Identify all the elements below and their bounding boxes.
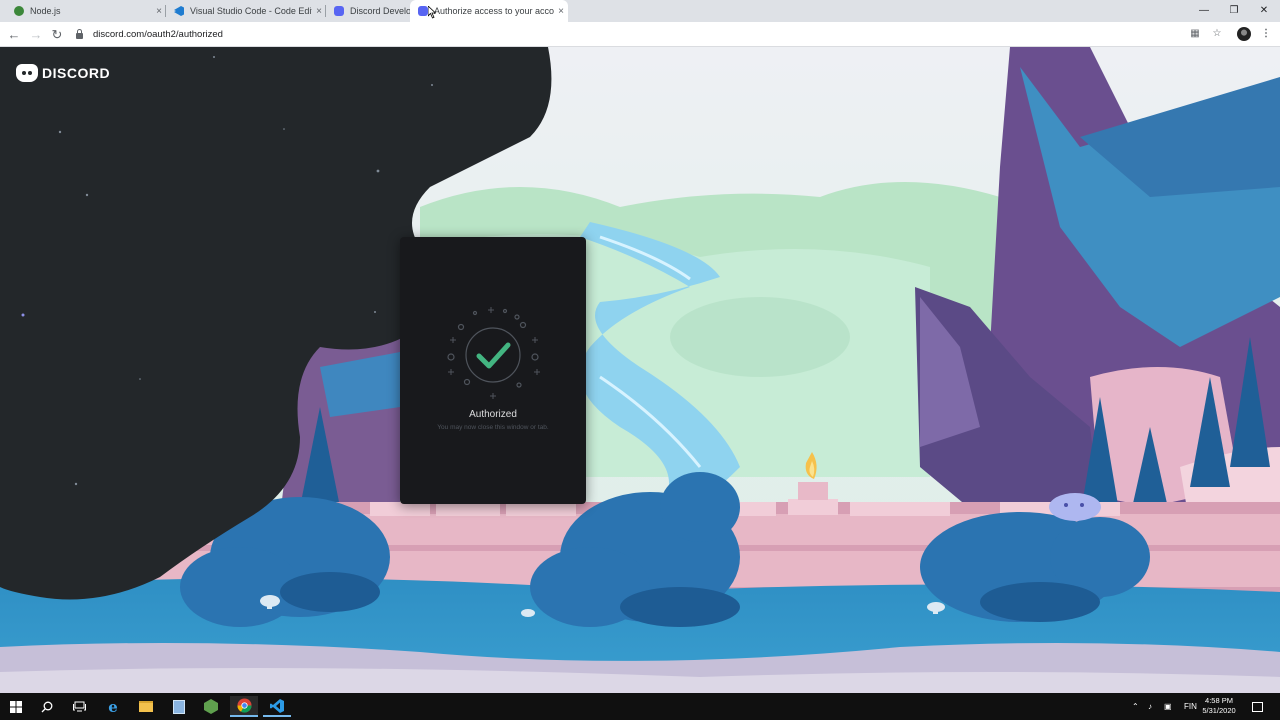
discord-icon (334, 6, 344, 16)
address-bar[interactable]: discord.com/oauth2/authorized (76, 25, 1226, 44)
authorized-title: Authorized (469, 409, 517, 420)
success-check-icon (447, 307, 540, 399)
notifications-icon[interactable] (1252, 693, 1263, 720)
background-illustration (0, 47, 1280, 693)
chrome-icon[interactable] (230, 696, 258, 717)
tab-title: Discord Developer Portal (350, 6, 416, 16)
tab-discord-developer[interactable]: Discord Developer Portal (320, 0, 416, 22)
volume-icon[interactable]: ♪ (1148, 693, 1152, 720)
file-explorer-icon[interactable] (132, 696, 160, 717)
clock-date: 5/31/2020 (1202, 706, 1236, 715)
authorized-card: Authorized You may now close this window… (400, 237, 586, 504)
tab-close-icon[interactable]: × (554, 6, 568, 17)
discord-logo[interactable]: DISCORD (16, 64, 110, 82)
profile-avatar[interactable] (1237, 27, 1251, 41)
restore-window-icon[interactable]: ❐ (1218, 0, 1250, 20)
tab-vscode[interactable]: Visual Studio Code - Code Editing. Redef… (160, 0, 326, 22)
app-icon[interactable] (165, 696, 193, 717)
search-icon[interactable] (33, 696, 61, 717)
tab-title: Node.js (30, 6, 61, 16)
windows-start-icon[interactable] (2, 696, 30, 717)
vscode-icon (174, 6, 184, 16)
chrome-menu-icon[interactable]: ⋮ (1259, 27, 1273, 41)
discord-wordmark: DISCORD (42, 65, 111, 81)
forward-icon[interactable]: → (27, 26, 45, 44)
address-url: discord.com/oauth2/authorized (93, 29, 223, 40)
edge-icon[interactable]: e (99, 696, 127, 717)
back-icon[interactable]: ← (5, 26, 23, 44)
clock-time: 4:58 PM (1205, 696, 1233, 705)
network-icon[interactable]: ▣ (1164, 693, 1172, 720)
windows-taskbar: e ⌃ ♪ ▣ FIN 4:58 PM 5/31/2020 (0, 693, 1280, 720)
discord-icon (16, 64, 38, 82)
task-view-icon[interactable] (65, 696, 93, 717)
mouse-cursor-icon (428, 6, 436, 19)
browser-toolbar: ← → ↻ discord.com/oauth2/authorized ▦ ☆ … (0, 22, 1280, 47)
discord-icon (418, 6, 428, 16)
language-indicator[interactable]: FIN (1184, 693, 1197, 720)
taskbar-clock[interactable]: 4:58 PM 5/31/2020 (1196, 696, 1242, 716)
vscode-icon[interactable] (263, 696, 291, 717)
bookmark-star-icon[interactable]: ☆ (1210, 27, 1224, 41)
tab-title: Authorize access to your account (434, 6, 554, 16)
minimize-window-icon[interactable]: — (1188, 0, 1220, 20)
close-window-icon[interactable]: ✕ (1248, 0, 1280, 20)
browser-tab-strip: Node.js × Visual Studio Code - Code Edit… (0, 0, 1280, 22)
reload-icon[interactable]: ↻ (48, 26, 66, 44)
authorized-subtitle: You may now close this window or tab. (437, 424, 549, 431)
lock-icon (76, 29, 83, 39)
tray-chevron-icon[interactable]: ⌃ (1132, 693, 1139, 720)
tab-nodejs[interactable]: Node.js × (0, 0, 166, 22)
tab-title: Visual Studio Code - Code Editing. Redef… (190, 6, 312, 16)
discord-authorized-page: DISCORD Authorized You may now close thi… (0, 47, 1280, 693)
translate-icon[interactable]: ▦ (1188, 27, 1202, 41)
nodejs-icon (14, 6, 24, 16)
nodejs-icon[interactable] (197, 696, 225, 717)
